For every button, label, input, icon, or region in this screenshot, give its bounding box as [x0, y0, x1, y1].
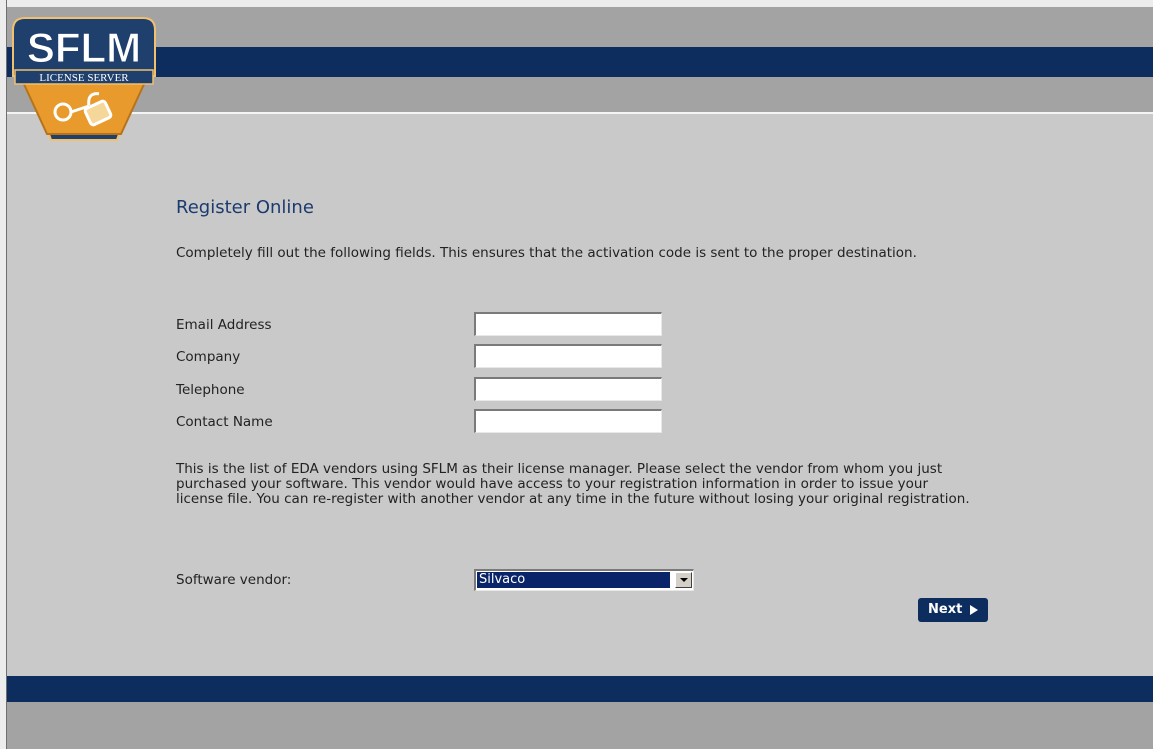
- company-label: Company: [176, 349, 241, 365]
- telephone-field[interactable]: [474, 377, 662, 401]
- triangle-right-icon: [970, 605, 978, 615]
- header-divider: [7, 112, 1153, 114]
- logo-subtext: LICENSE SERVER: [39, 72, 129, 84]
- vendor-selected-value[interactable]: Silvaco: [477, 572, 670, 588]
- footer-navy-band: [7, 676, 1153, 702]
- next-button-label: Next: [928, 602, 963, 617]
- vendor-label: Software vendor:: [176, 572, 292, 588]
- header-navy-band: [7, 47, 1153, 77]
- window-top-border: [0, 0, 1153, 7]
- page-title: Register Online: [176, 197, 314, 218]
- header-lower-band: [7, 77, 1153, 112]
- vendor-select[interactable]: Silvaco: [474, 569, 694, 591]
- next-button[interactable]: Next: [918, 598, 988, 622]
- company-field[interactable]: [474, 344, 662, 368]
- chevron-down-icon[interactable]: [675, 572, 692, 588]
- contact-name-field[interactable]: [474, 409, 662, 433]
- sflm-logo-icon: LICENSE SERVER SFLM: [12, 17, 156, 141]
- email-label: Email Address: [176, 317, 272, 333]
- contact-name-label: Contact Name: [176, 414, 273, 430]
- logo-text: SFLM: [27, 24, 141, 71]
- vendor-description: This is the list of EDA vendors using SF…: [176, 461, 970, 507]
- header-top-band: [7, 7, 1153, 47]
- footer-gray-band: [7, 702, 1153, 749]
- email-field[interactable]: [474, 312, 662, 336]
- telephone-label: Telephone: [176, 382, 245, 398]
- intro-text: Completely fill out the following fields…: [176, 245, 917, 261]
- sflm-logo: LICENSE SERVER SFLM: [9, 16, 159, 148]
